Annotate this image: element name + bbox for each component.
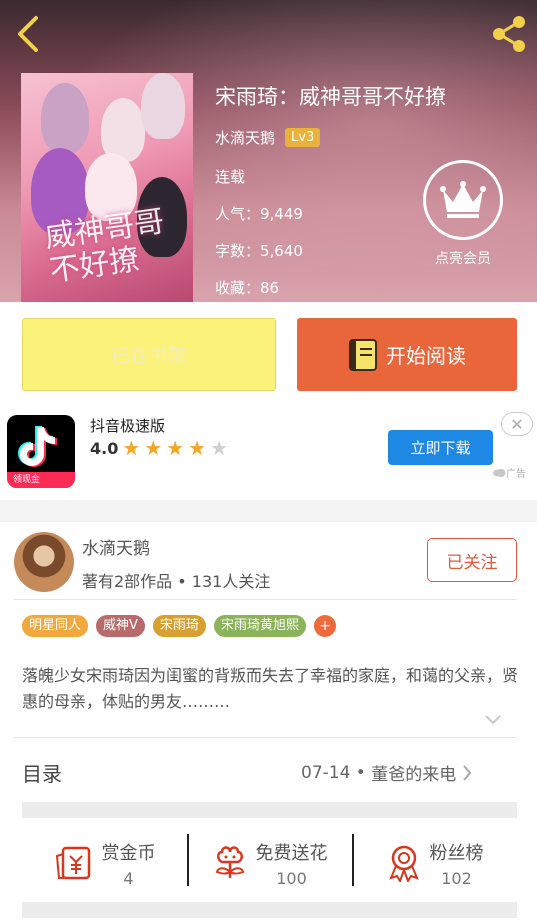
send-flower-text: 免费送花 100 xyxy=(256,839,328,888)
tag[interactable]: 宋雨琦 xyxy=(152,615,206,637)
book-status: 连载 xyxy=(215,168,246,186)
latest-chapter-title: 董爸的来电 xyxy=(371,765,457,785)
vip-button[interactable]: 点亮会员 xyxy=(422,160,504,270)
plus-icon: + xyxy=(319,618,331,634)
book-author-row: 水滴天鹅 Lv3 xyxy=(215,127,321,148)
cover-figure xyxy=(41,83,89,153)
section-divider xyxy=(22,802,517,818)
book-popularity: 人气：9,449 xyxy=(215,205,303,223)
back-arrow-icon xyxy=(18,16,38,52)
tag-list: 明星同人 威神V 宋雨琦 宋雨琦黄旭熙 + xyxy=(22,615,336,637)
author-avatar[interactable] xyxy=(14,532,74,592)
tiktok-logo-icon xyxy=(18,426,57,467)
separator-dot: • xyxy=(350,762,372,783)
book-word-count: 字数：5,640 xyxy=(215,242,303,260)
section-divider xyxy=(0,500,537,522)
book-favorites: 收藏：86 xyxy=(215,279,280,297)
back-button[interactable] xyxy=(10,12,50,56)
ad-rating: 4.0 ★ ★ ★ ★ ★ xyxy=(90,438,232,458)
ad-close-button[interactable]: ✕ xyxy=(501,412,533,436)
book-cover[interactable]: 威神哥哥不好撩 xyxy=(21,73,193,302)
chevron-down-icon xyxy=(485,715,501,725)
share-button[interactable] xyxy=(487,12,531,56)
follow-button[interactable]: 已关注 xyxy=(427,538,517,582)
divider xyxy=(14,599,517,600)
ad-label: 广告 xyxy=(492,465,526,480)
action-bar: 已在书架 开始阅读 xyxy=(0,302,537,408)
add-tag-button[interactable]: + xyxy=(313,615,336,637)
close-icon: ✕ xyxy=(510,414,524,434)
medal-icon xyxy=(388,845,419,882)
start-reading-button[interactable]: 开始阅读 xyxy=(297,318,517,391)
start-reading-label: 开始阅读 xyxy=(386,344,466,368)
chevron-right-icon xyxy=(463,764,472,781)
ad-icon-badge: 领现金 xyxy=(7,472,75,488)
stat-label: 免费送花 xyxy=(255,842,328,864)
reward-coins-button[interactable]: 赏金币 4 xyxy=(22,828,187,898)
ad-label-text: 广告 xyxy=(506,469,526,480)
toc-label[interactable]: 目录 xyxy=(22,758,62,787)
ad-download-button[interactable]: 立即下载 xyxy=(388,430,493,465)
tag[interactable]: 明星同人 xyxy=(22,615,89,637)
book-icon xyxy=(349,338,377,371)
share-icon xyxy=(493,16,525,52)
star-filled-icon: ★ xyxy=(188,436,207,460)
author-level-badge: Lv3 xyxy=(285,128,321,147)
book-synopsis: 落魄少女宋雨琦因为闺蜜的背叛而失去了幸福的家庭，和蔼的父亲，贤惠的母亲，体贴的男… xyxy=(22,666,519,711)
book-title: 宋雨琦：威神哥哥不好撩 xyxy=(215,85,446,109)
author-name[interactable]: 水滴天鹅 xyxy=(82,534,150,559)
expand-synopsis-button[interactable] xyxy=(483,712,503,726)
star-filled-icon: ★ xyxy=(166,436,185,460)
stat-value: 100 xyxy=(276,868,307,888)
star-empty-icon: ★ xyxy=(210,436,229,460)
flower-icon xyxy=(215,846,244,878)
vip-label: 点亮会员 xyxy=(435,251,491,267)
fan-ranking-button[interactable]: 粉丝榜 102 xyxy=(352,828,517,898)
red-envelope-icon xyxy=(55,846,90,880)
ad-app-name: 抖音极速版 xyxy=(90,417,166,435)
ad-app-icon[interactable]: 领现金 xyxy=(7,415,75,488)
star-filled-icon: ★ xyxy=(144,436,163,460)
cloud-icon xyxy=(493,469,506,477)
tag[interactable]: 宋雨琦黄旭熙 xyxy=(213,615,306,637)
book-header: 威神哥哥不好撩 宋雨琦：威神哥哥不好撩 水滴天鹅 Lv3 连载 人气：9,449… xyxy=(0,0,537,302)
reward-coins-text: 赏金币 4 xyxy=(102,839,156,888)
stat-label: 赏金币 xyxy=(101,842,156,864)
tag[interactable]: 威神V xyxy=(96,615,145,637)
section-divider xyxy=(22,902,517,918)
book-author-name[interactable]: 水滴天鹅 xyxy=(215,127,275,148)
star-filled-icon: ★ xyxy=(122,436,141,460)
ad-rating-score: 4.0 xyxy=(90,438,119,458)
cover-title-art: 威神哥哥不好撩 xyxy=(42,203,167,290)
cover-figure xyxy=(141,73,185,139)
send-flower-button[interactable]: 免费送花 100 xyxy=(187,828,352,898)
divider xyxy=(14,737,517,738)
latest-chapter-link[interactable]: 07-14 • 董爸的来电 xyxy=(301,760,472,785)
vip-badge xyxy=(423,160,503,240)
stat-value: 4 xyxy=(123,868,134,888)
interaction-stats: 赏金币 4 免费送花 100 粉丝榜 102 xyxy=(22,828,517,898)
on-shelf-button[interactable]: 已在书架 xyxy=(22,318,276,391)
fan-ranking-text: 粉丝榜 102 xyxy=(430,839,484,888)
stat-value: 102 xyxy=(441,868,472,888)
author-stats: 著有2部作品 • 131人关注 xyxy=(82,572,271,591)
latest-chapter-date: 07-14 xyxy=(301,762,351,783)
crown-icon xyxy=(440,181,486,218)
stat-label: 粉丝榜 xyxy=(429,842,484,864)
